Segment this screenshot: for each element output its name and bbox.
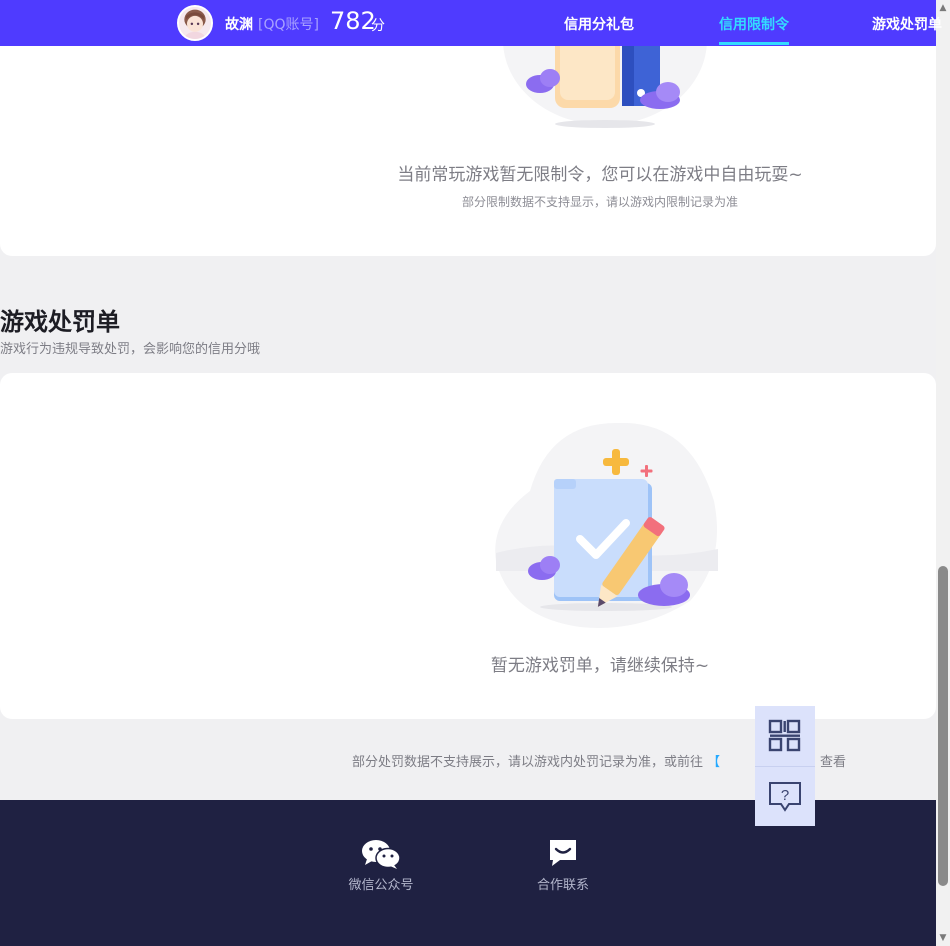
page-scrollbar[interactable]: ▲ ▼ <box>936 0 950 946</box>
credit-score-unit: 分 <box>371 18 385 34</box>
qr-code-button[interactable] <box>755 706 815 766</box>
penalty-section-subtitle: 游戏行为违规导致处罚，会影响您的信用分哦 <box>0 342 261 357</box>
restriction-note: 部分限制数据不支持显示，请以游戏内限制记录为准 <box>461 195 738 209</box>
wechat-icon <box>362 840 401 869</box>
account-type-label: [QQ账号] <box>258 17 319 33</box>
avatar[interactable] <box>177 5 213 41</box>
active-tab-indicator <box>719 42 789 45</box>
svg-text:?: ? <box>781 787 789 804</box>
tab-game-penalty[interactable]: 游戏处罚单 <box>872 14 942 34</box>
username: 故渊 <box>225 17 253 33</box>
help-question-icon: ? <box>769 781 801 812</box>
chat-icon <box>550 840 576 866</box>
penalty-note-tail: 查看 <box>820 755 847 770</box>
tab-credit-restriction[interactable]: 信用限制令 <box>719 14 789 34</box>
footer-wechat-label: 微信公众号 <box>348 878 414 893</box>
no-penalty-message: 暂无游戏罚单，请继续保持~ <box>490 656 710 676</box>
tab-credit-gift[interactable]: 信用分礼包 <box>564 14 634 34</box>
no-penalty-illustration <box>495 422 718 628</box>
scroll-down-arrow-icon[interactable]: ▼ <box>936 930 950 946</box>
penalty-note: 部分处罚数据不支持展示，请以游戏内处罚记录为准，或前往 【 <box>352 751 720 770</box>
footer-wechat-link[interactable]: 微信公众号 <box>331 838 431 893</box>
footer-contact-label: 合作联系 <box>536 878 589 893</box>
penalty-section-title: 游戏处罚单 <box>0 308 120 336</box>
penalty-card: 暂无游戏罚单，请继续保持~ <box>0 373 936 719</box>
penalty-note-text: 部分处罚数据不支持展示，请以游戏内处罚记录为准，或前往 <box>352 755 704 770</box>
scrollbar-thumb[interactable] <box>938 566 948 886</box>
qr-code-icon <box>768 719 801 752</box>
no-restriction-message: 当前常玩游戏暂无限制令，您可以在游戏中自由玩耍~ <box>397 165 803 185</box>
credit-score: 782 <box>330 7 376 35</box>
top-navigation-bar: 故渊 [QQ账号] 782 分 信用分礼包 信用限制令 游戏处罚单 <box>0 0 942 46</box>
footer-contact-link[interactable]: 合作联系 <box>513 838 613 893</box>
help-button[interactable]: ? <box>755 766 815 826</box>
penalty-note-link[interactable]: 【 <box>707 755 720 770</box>
